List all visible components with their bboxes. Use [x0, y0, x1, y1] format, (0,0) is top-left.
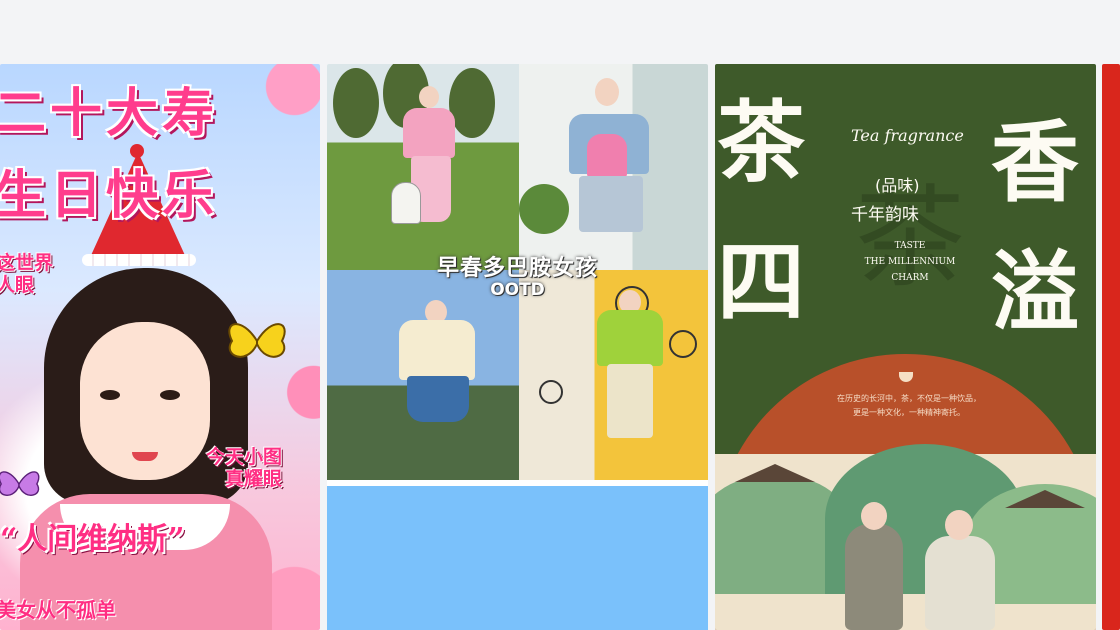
person-head	[419, 86, 439, 108]
eye-left	[100, 390, 120, 400]
tea-big-char: 四	[717, 230, 806, 334]
collage-title: 早春多巴胺女孩	[436, 256, 598, 281]
tea-english-title: Tea fragrance	[851, 126, 964, 145]
tea-subtitle: 千年韵味	[851, 205, 919, 225]
butterfly-icon	[0, 471, 40, 496]
pink-jacket	[403, 108, 455, 158]
tea-landscape-scene	[715, 444, 1096, 630]
pink-top	[587, 134, 627, 178]
person-head	[861, 502, 887, 530]
cream-cardigan	[399, 320, 475, 380]
tree-shape	[449, 68, 495, 138]
tea-pin-label: (品味)	[875, 176, 920, 195]
body-line: 更是一种文化，一种精神寄托。	[853, 408, 965, 417]
collage-photo-window	[519, 64, 708, 270]
collage-photo-park	[327, 64, 519, 270]
tote-bag	[391, 182, 421, 224]
placeholder-blue-tile[interactable]	[327, 486, 708, 630]
poster-title-line1: 二十大寿	[0, 83, 219, 144]
butterfly-icon	[228, 323, 286, 358]
plaid-shorts	[579, 176, 643, 232]
collage-photo-sky	[327, 270, 519, 480]
collage-subtitle: OOTD	[490, 280, 545, 300]
poster-bottom-text: 美女从不孤单	[0, 598, 116, 622]
tea-big-char: 茶	[717, 90, 806, 194]
taste-line: TASTE	[894, 241, 926, 251]
taste-line: THE MILLENNIUM	[864, 257, 956, 267]
tea-big-char: 溢	[991, 240, 1080, 344]
tea-body-text: 在历史的长河中，茶，不仅是一种饮品， 更是一种文化，一种精神寄托。	[819, 392, 999, 420]
collage-photo-mural	[519, 270, 708, 480]
scholar-figure	[925, 536, 995, 630]
mural-flower	[539, 380, 563, 404]
eye-right	[160, 390, 180, 400]
poster-title-line2: 生日快乐	[0, 165, 219, 226]
side-caption-right: 今天小图 真耀眼	[206, 446, 282, 490]
tea-english-subtitle: TASTE THE MILLENNIUM CHARM	[855, 238, 965, 286]
mural-flower	[669, 330, 697, 358]
person-head	[595, 78, 619, 106]
tree-shape	[333, 68, 379, 138]
caption-line: 真耀眼	[225, 468, 283, 490]
tea-poster-card[interactable]: 茶 茶 四 香 溢 Tea fragrance (品味) 千年韵味 TASTE …	[715, 64, 1096, 630]
pavilion-roof	[735, 464, 815, 482]
scholar-figure	[845, 524, 903, 630]
person-head	[945, 510, 973, 540]
birthday-poster-card[interactable]: 二十大寿 生日快乐 这世界 人眼 今天小图 真耀眼 “人间维纳斯” 美女从不孤单	[0, 64, 320, 630]
cream-skirt	[607, 364, 653, 438]
next-card-partial[interactable]	[1102, 64, 1120, 630]
party-hat-ball	[130, 144, 144, 158]
green-shirt	[597, 310, 663, 366]
pavilion-roof	[1005, 490, 1085, 508]
plant-shape	[519, 184, 569, 234]
tea-big-char: 香	[991, 110, 1080, 214]
caption-line: 这世界	[0, 252, 54, 274]
caption-line: 人眼	[0, 274, 35, 296]
poster-quote: “人间维纳斯”	[0, 522, 185, 557]
body-line: 在历史的长河中，茶，不仅是一种饮品，	[837, 394, 981, 403]
denim-skirt	[407, 376, 469, 422]
caption-line: 今天小图	[206, 446, 283, 468]
side-caption-left: 这世界 人眼	[0, 252, 53, 296]
party-hat-pearls	[82, 254, 196, 266]
taste-line: CHARM	[891, 273, 929, 283]
